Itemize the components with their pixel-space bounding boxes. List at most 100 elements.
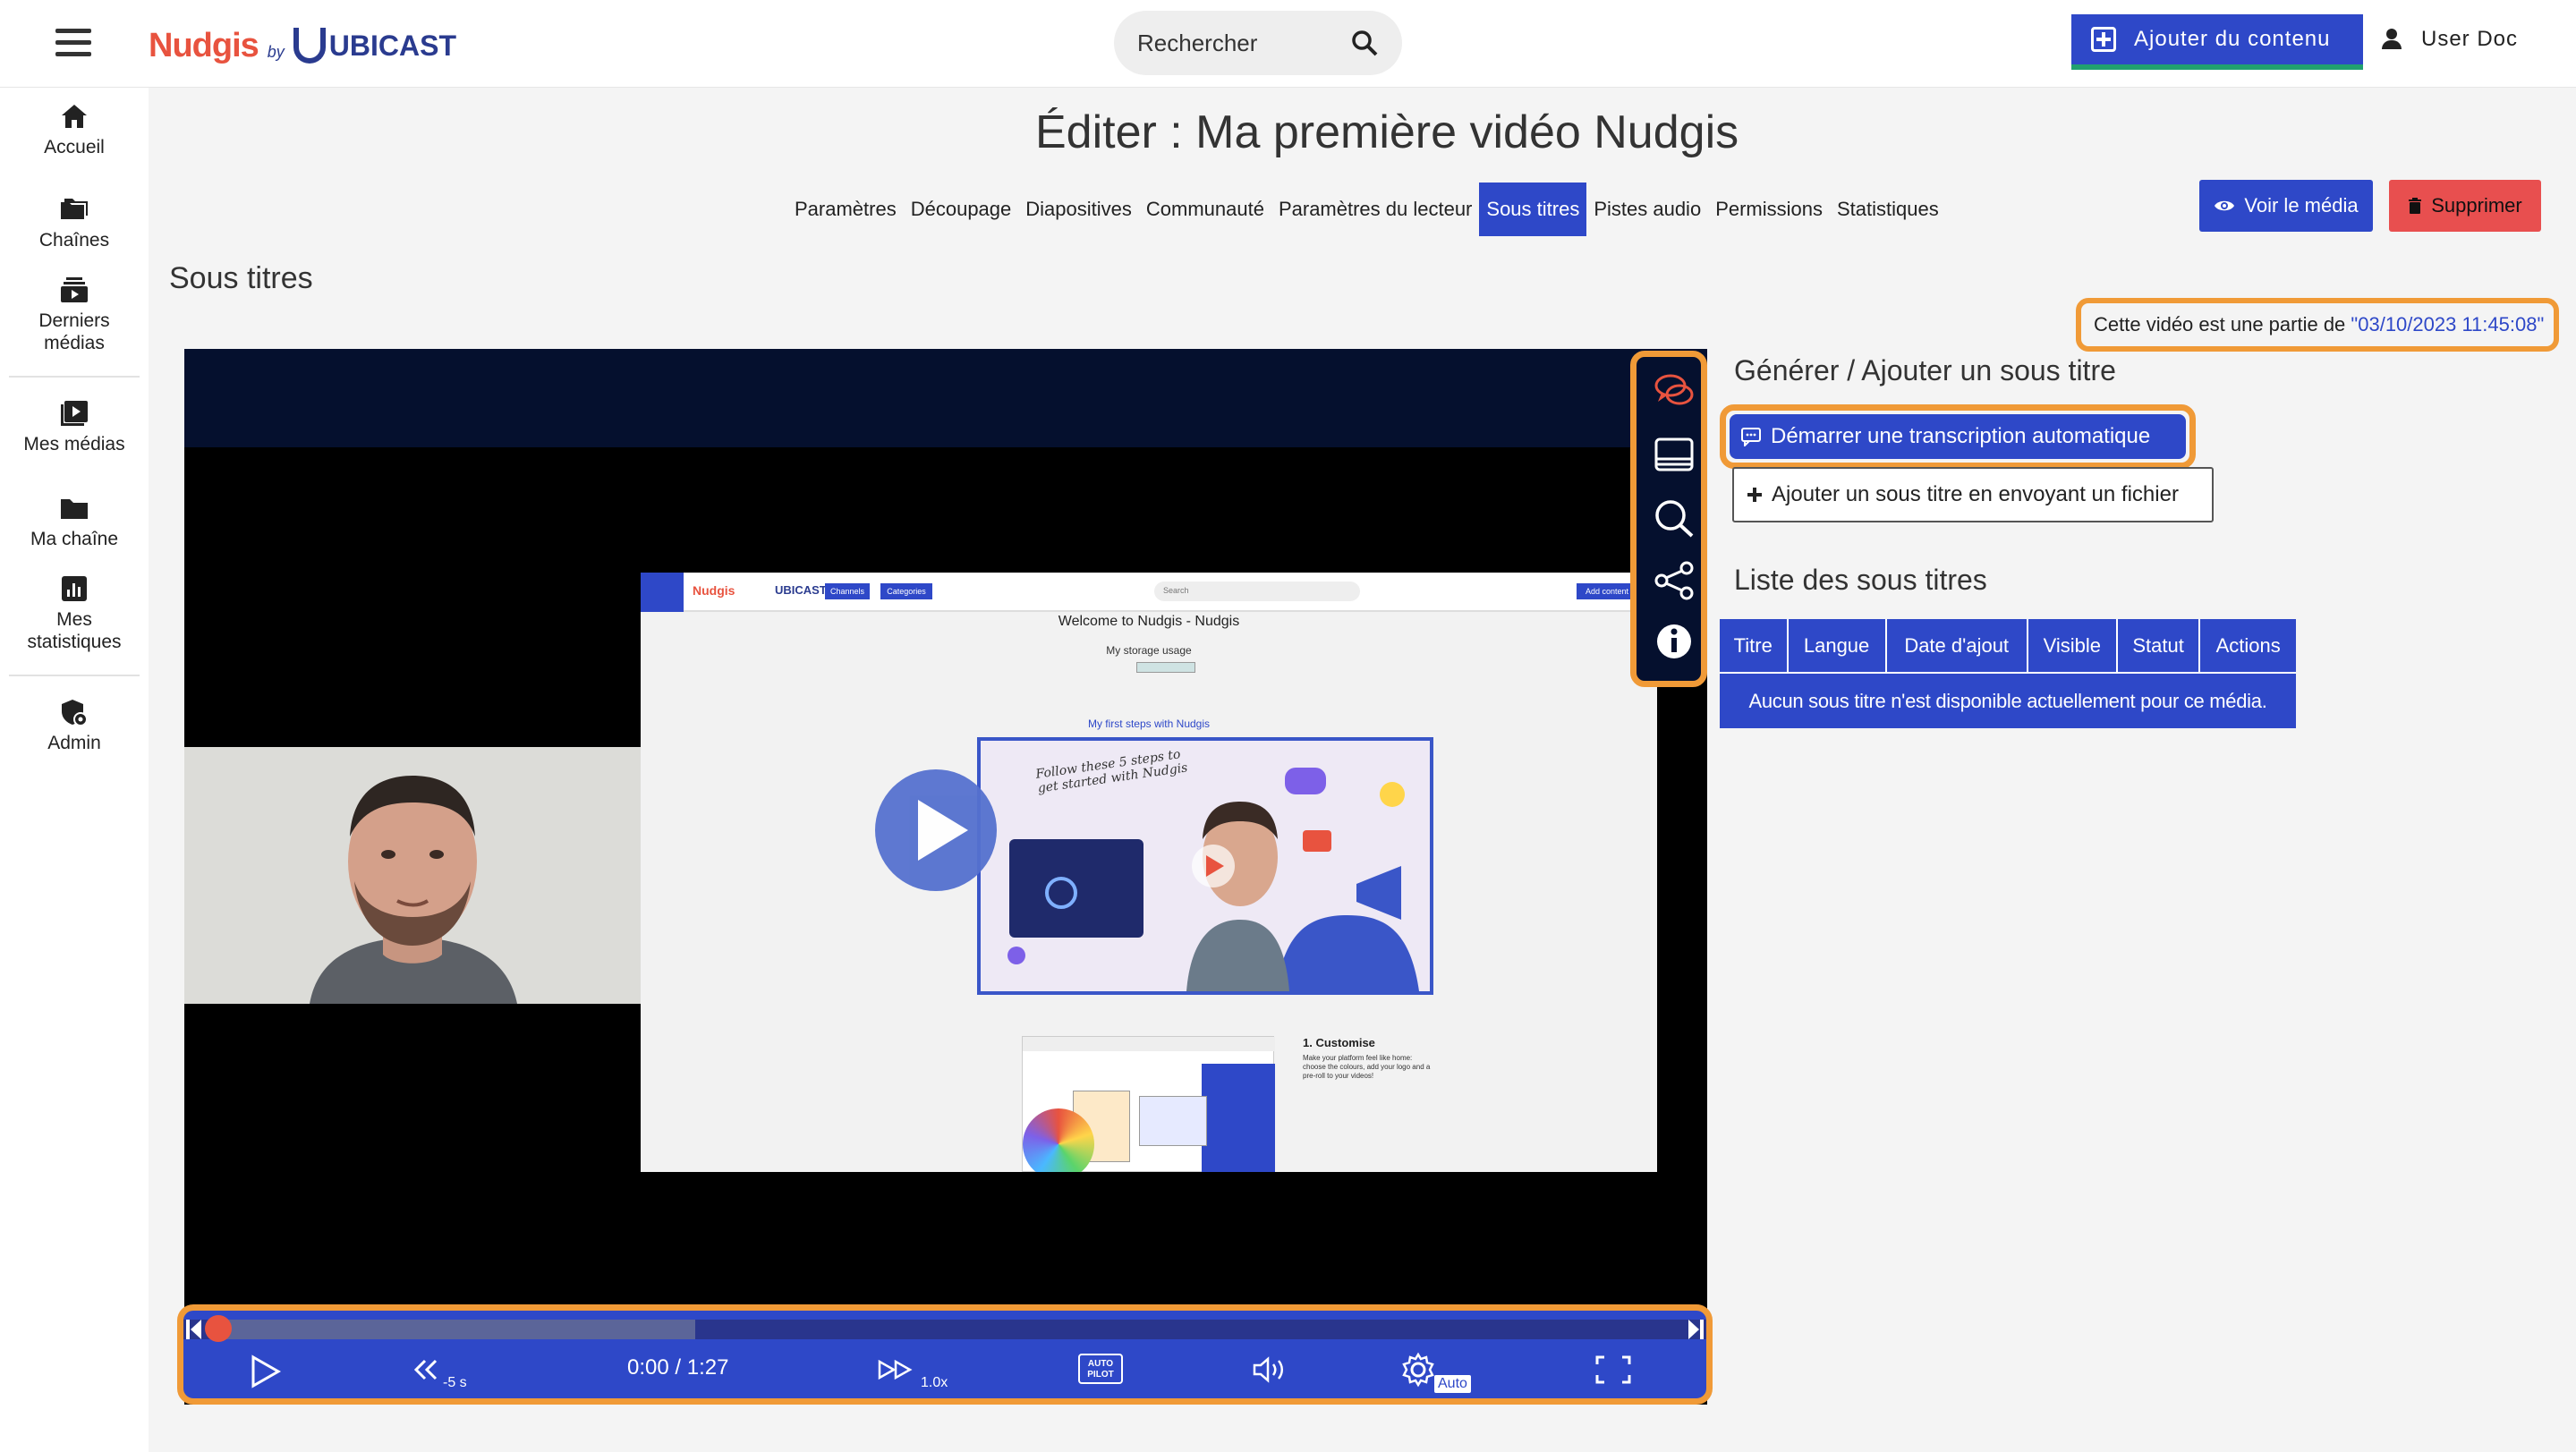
skip-end-icon[interactable]	[1687, 1318, 1706, 1341]
big-play-icon[interactable]	[875, 769, 997, 891]
edit-tabs: Paramètres Découpage Diapositives Commun…	[787, 183, 1946, 236]
preview-card-2	[1139, 1096, 1207, 1146]
user-name: User Doc	[2421, 27, 2519, 51]
presenter-figure	[184, 747, 641, 1004]
sidebar-item-label: Chaînes	[38, 230, 110, 250]
slide-channels-chip: Channels	[825, 583, 870, 599]
slide-header: Nudgis UBICAST Channels Categories Searc…	[641, 573, 1657, 612]
sidebar-item-admin[interactable]: Admin	[0, 698, 149, 754]
search-placeholder: Rechercher	[1137, 29, 1258, 56]
section-title: Sous titres	[169, 261, 313, 295]
player-top-band	[184, 349, 1707, 447]
sidebar-divider	[9, 675, 140, 676]
time-display: 0:00 / 1:27	[627, 1355, 729, 1380]
progress-handle[interactable]	[205, 1315, 232, 1342]
user-icon	[2382, 29, 2402, 50]
video-player[interactable]: Nudgis UBICAST Channels Categories Searc…	[184, 349, 1707, 1405]
generate-subtitle-title: Générer / Ajouter un sous titre	[1734, 354, 2116, 386]
sidebar-item-label: Mes statistiques	[27, 609, 122, 652]
auto-transcription-highlight: Démarrer une transcription automatique	[1720, 404, 2196, 469]
sidebar-item-derniers-medias[interactable]: Derniers médias	[0, 276, 149, 354]
column-header-date[interactable]: Date d'ajout	[1885, 619, 2028, 673]
fullscreen-icon[interactable]	[1595, 1355, 1631, 1384]
skip-start-icon[interactable]	[183, 1318, 203, 1341]
column-header-actions: Actions	[2199, 619, 2296, 673]
column-header-visible[interactable]: Visible	[2027, 619, 2118, 673]
rewind-icon[interactable]	[412, 1357, 439, 1382]
volume-icon[interactable]	[1252, 1355, 1289, 1384]
eye-icon	[2215, 200, 2235, 211]
tab-diapositives[interactable]: Diapositives	[1018, 183, 1139, 236]
slide-menu-icon	[641, 573, 684, 612]
speed-icon[interactable]	[878, 1359, 914, 1380]
sidebar: Accueil Chaînes Derniers médias Mes médi…	[0, 88, 149, 1452]
search-icon[interactable]	[1350, 29, 1379, 57]
slide-customise-preview	[1022, 1036, 1275, 1172]
slide-feed: Nudgis UBICAST Channels Categories Searc…	[641, 573, 1657, 1172]
slide-first-steps: My first steps with Nudgis	[1087, 718, 1211, 730]
comments-icon[interactable]	[1653, 371, 1696, 411]
slide-logo: Nudgis	[693, 583, 735, 598]
upload-subtitle-button[interactable]: Ajouter un sous titre en envoyant un fic…	[1732, 467, 2214, 522]
add-content-button[interactable]: Ajouter du contenu	[2071, 14, 2363, 70]
table-row: Aucun sous titre n'est disponible actuel…	[1720, 672, 2296, 728]
logo-ubicast-text: UBICAST	[328, 29, 457, 62]
sidebar-item-mes-medias[interactable]: Mes médias	[0, 399, 149, 455]
add-box-icon	[2091, 27, 2116, 52]
column-header-statut[interactable]: Statut	[2116, 619, 2201, 673]
tab-pistes-audio[interactable]: Pistes audio	[1586, 183, 1708, 236]
sidebar-item-accueil[interactable]: Accueil	[0, 102, 149, 158]
stats-icon	[62, 576, 87, 601]
tab-decoupage[interactable]: Découpage	[904, 183, 1019, 236]
play-triangle-icon	[918, 800, 968, 861]
column-header-langue[interactable]: Langue	[1787, 619, 1887, 673]
part-notice: Cette vidéo est une partie de "03/10/202…	[2076, 298, 2559, 352]
plus-icon	[1747, 488, 1762, 502]
slide-thumbnail: Follow these 5 steps to get started with…	[977, 737, 1433, 995]
auto-transcription-label: Démarrer une transcription automatique	[1771, 424, 2151, 448]
autopilot-button[interactable]: AUTO PILOT	[1078, 1354, 1123, 1384]
sidebar-item-mes-statistiques[interactable]: Mes statistiques	[0, 574, 149, 653]
settings-gear-icon[interactable]	[1400, 1352, 1436, 1388]
delete-button[interactable]: Supprimer	[2389, 180, 2541, 232]
subtitle-table: Titre Langue Date d'ajout Visible Statut…	[1720, 619, 2296, 728]
view-media-button[interactable]: Voir le média	[2199, 180, 2373, 232]
search-input[interactable]: Rechercher	[1114, 11, 1402, 75]
info-icon[interactable]	[1653, 622, 1696, 661]
transcription-bubble-icon	[1741, 428, 1761, 446]
slide-search: Search	[1154, 582, 1360, 601]
column-header-titre[interactable]: Titre	[1720, 619, 1789, 673]
play-icon[interactable]	[248, 1354, 282, 1389]
slide-customise-text: Make your platform feel like home: choos…	[1303, 1054, 1431, 1080]
parent-video-date-link[interactable]: "03/10/2023 11:45:08"	[2351, 313, 2544, 336]
camera-feed	[184, 747, 641, 1004]
sidebar-item-label: Mes médias	[23, 434, 125, 454]
tab-parametres[interactable]: Paramètres	[787, 183, 904, 236]
logo-ubicast: UBICAST	[293, 28, 456, 64]
tab-communaute[interactable]: Communauté	[1139, 183, 1271, 236]
slide-welcome: Welcome to Nudgis - Nudgis	[1058, 614, 1240, 629]
logo[interactable]: Nudgis by UBICAST	[149, 23, 456, 68]
slides-layout-icon[interactable]	[1653, 436, 1696, 475]
tab-sous-titres[interactable]: Sous titres	[1479, 183, 1587, 236]
player-side-tools	[1630, 351, 1707, 687]
tab-statistiques[interactable]: Statistiques	[1830, 183, 1946, 236]
sidebar-item-label: Ma chaîne	[30, 529, 119, 549]
menu-icon[interactable]	[55, 29, 91, 57]
logo-by-text: by	[267, 42, 285, 61]
auto-transcription-button[interactable]: Démarrer une transcription automatique	[1730, 414, 2186, 459]
progress-bar[interactable]	[183, 1315, 1706, 1342]
add-content-label: Ajouter du contenu	[2134, 27, 2331, 51]
share-icon[interactable]	[1653, 561, 1696, 600]
logo-nudgis-text: Nudgis	[149, 26, 259, 64]
sidebar-item-ma-chaine[interactable]: Ma chaîne	[0, 494, 149, 550]
ubicast-mark-icon	[293, 28, 326, 64]
view-media-label: Voir le média	[2244, 194, 2359, 217]
user-menu[interactable]: User Doc	[2382, 27, 2518, 52]
top-header: Nudgis by UBICAST Rechercher Ajouter du …	[0, 0, 2576, 88]
tab-parametres-lecteur[interactable]: Paramètres du lecteur	[1271, 183, 1479, 236]
quality-badge: Auto	[1434, 1375, 1471, 1393]
search-in-video-icon[interactable]	[1653, 498, 1696, 538]
tab-permissions[interactable]: Permissions	[1708, 183, 1830, 236]
sidebar-item-chaines[interactable]: Chaînes	[0, 195, 149, 251]
